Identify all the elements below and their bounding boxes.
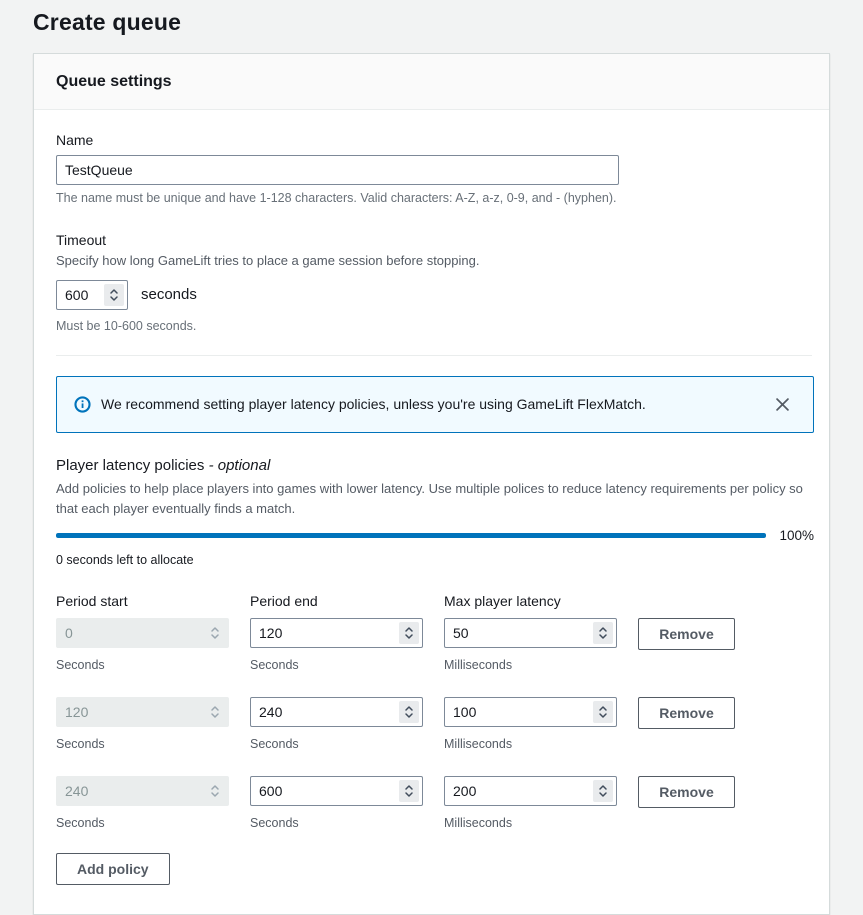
latency-title-optional: - optional [209, 457, 271, 474]
max-latency-field [444, 618, 617, 648]
stepper-up-down-icon[interactable] [399, 701, 419, 723]
period-start-unit: Seconds [56, 816, 229, 830]
latency-allocation-progress: 100% [56, 528, 814, 543]
column-header-max-latency: Max player latency [444, 593, 617, 609]
max-latency-input[interactable] [444, 618, 617, 648]
latency-title-text: Player latency policies [56, 457, 204, 474]
timeout-description: Specify how long GameLift tries to place… [56, 252, 812, 271]
column-header-period-start: Period start [56, 593, 229, 609]
latency-section-title: Player latency policies - optional [56, 457, 812, 474]
name-constraint: The name must be unique and have 1-128 c… [56, 191, 812, 205]
stepper-up-down-icon[interactable] [104, 284, 124, 306]
latency-policies-grid: Period start Period end Max player laten… [56, 593, 812, 830]
column-header-period-end: Period end [250, 593, 423, 609]
remove-policy-button[interactable]: Remove [638, 776, 735, 808]
period-end-field [250, 618, 423, 648]
panel-body: Name The name must be unique and have 1-… [34, 110, 829, 914]
stepper-up-down-icon[interactable] [593, 701, 613, 723]
remove-policy-button[interactable]: Remove [638, 618, 735, 650]
name-label: Name [56, 132, 812, 148]
period-end-field [250, 697, 423, 727]
info-icon [74, 396, 91, 413]
period-start-input [56, 697, 229, 727]
stepper-up-down-icon[interactable] [593, 622, 613, 644]
period-start-input [56, 776, 229, 806]
alert-message: We recommend setting player latency poli… [101, 396, 774, 412]
period-end-field [250, 776, 423, 806]
max-latency-input[interactable] [444, 776, 617, 806]
period-end-input[interactable] [250, 697, 423, 727]
panel-header: Queue settings [34, 54, 829, 110]
max-latency-unit: Milliseconds [444, 737, 617, 751]
close-icon[interactable] [774, 396, 791, 413]
stepper-up-down-icon[interactable] [593, 780, 613, 802]
period-end-unit: Seconds [250, 737, 423, 751]
max-latency-unit: Milliseconds [444, 658, 617, 672]
timeout-label: Timeout [56, 232, 812, 248]
policy-row [56, 697, 229, 727]
period-end-unit: Seconds [250, 658, 423, 672]
add-policy-button[interactable]: Add policy [56, 853, 170, 885]
period-start-unit: Seconds [56, 658, 229, 672]
stepper-up-down-icon [205, 701, 225, 723]
progress-fill [56, 533, 766, 538]
progress-percent: 100% [779, 528, 814, 543]
create-queue-page: Create queue Queue settings Name The nam… [0, 0, 863, 915]
name-input[interactable] [56, 155, 619, 185]
timeout-constraint: Must be 10-600 seconds. [56, 319, 812, 333]
page-title: Create queue [33, 9, 830, 36]
stepper-up-down-icon[interactable] [399, 780, 419, 802]
progress-track [56, 533, 766, 538]
allocation-note: 0 seconds left to allocate [56, 553, 812, 567]
max-latency-unit: Milliseconds [444, 816, 617, 830]
period-start-input [56, 618, 229, 648]
remove-policy-button[interactable]: Remove [638, 697, 735, 729]
stepper-up-down-icon [205, 780, 225, 802]
period-end-input[interactable] [250, 776, 423, 806]
stepper-up-down-icon [205, 622, 225, 644]
latency-section-description: Add policies to help place players into … [56, 479, 811, 519]
name-field-group: Name The name must be unique and have 1-… [56, 132, 812, 205]
policy-row [56, 776, 229, 806]
section-divider [56, 355, 812, 356]
period-end-input[interactable] [250, 618, 423, 648]
queue-settings-panel: Queue settings Name The name must be uni… [33, 53, 830, 915]
max-latency-field [444, 697, 617, 727]
stepper-up-down-icon[interactable] [399, 622, 419, 644]
period-end-unit: Seconds [250, 816, 423, 830]
timeout-input-row: seconds [56, 280, 812, 310]
info-alert: We recommend setting player latency poli… [56, 376, 814, 433]
policy-row [56, 618, 229, 648]
max-latency-input[interactable] [444, 697, 617, 727]
max-latency-field [444, 776, 617, 806]
panel-title: Queue settings [56, 73, 809, 91]
timeout-unit: seconds [141, 286, 197, 303]
timeout-field-group: Timeout Specify how long GameLift tries … [56, 232, 812, 333]
period-start-unit: Seconds [56, 737, 229, 751]
